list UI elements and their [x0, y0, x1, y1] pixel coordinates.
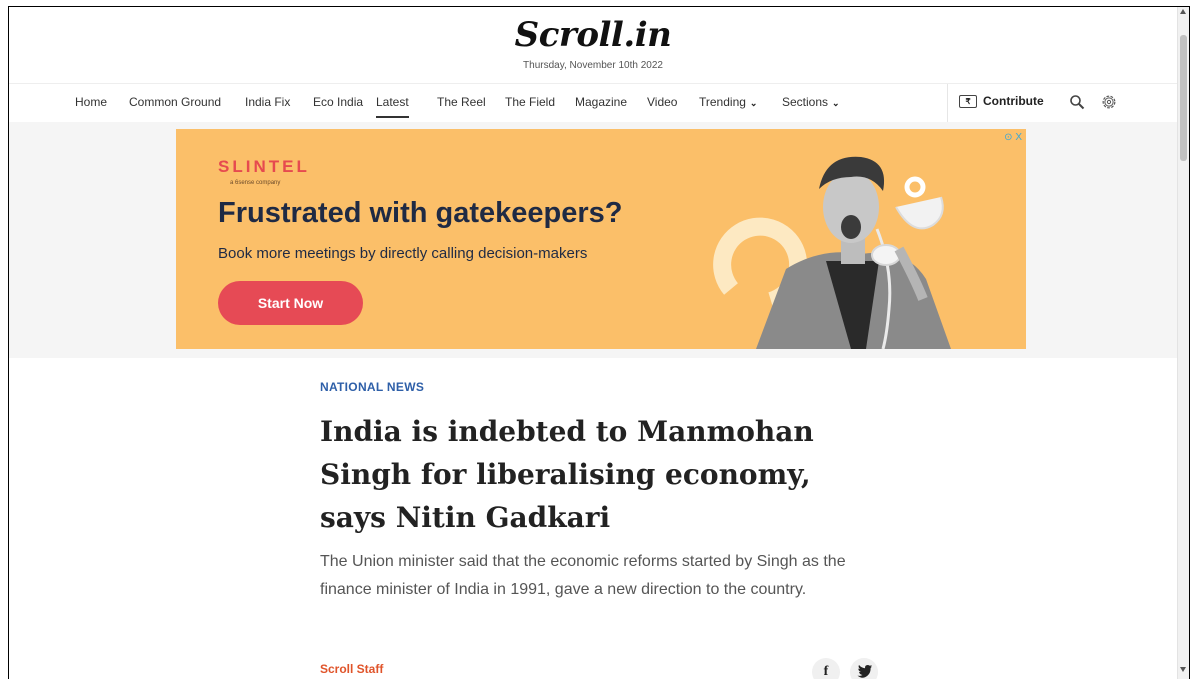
nav-item-sections-label: Sections [782, 95, 829, 109]
nav-item-the-reel[interactable]: The Reel [437, 95, 486, 109]
scrollbar-thumb[interactable] [1180, 35, 1187, 161]
site-logo[interactable]: Scroll.in [9, 15, 1177, 55]
nav-item-india-fix[interactable]: India Fix [245, 95, 290, 109]
main-navigation: Home Common Ground India Fix Eco India L… [9, 83, 1177, 123]
search-icon[interactable] [1069, 94, 1085, 110]
nav-item-sections[interactable]: Sections ⌄ [782, 95, 840, 109]
vertical-scrollbar[interactable] [1177, 7, 1189, 679]
ad-band: SLINTEL a 6sense company Frustrated with… [9, 122, 1177, 358]
nav-item-the-field[interactable]: The Field [505, 95, 555, 109]
contribute-label: Contribute [983, 94, 1044, 108]
gear-icon[interactable] [1100, 93, 1118, 111]
ad-start-now-button[interactable]: Start Now [218, 281, 363, 325]
article-standfirst: The Union minister said that the economi… [320, 553, 846, 598]
article-byline[interactable]: Scroll Staff [320, 662, 383, 676]
article-section-label[interactable]: NATIONAL NEWS [320, 380, 424, 394]
nav-item-eco-india[interactable]: Eco India [313, 95, 363, 109]
nav-item-common-ground[interactable]: Common Ground [129, 95, 221, 109]
article-headline: India is indebted to Manmohan Singh for … [320, 415, 814, 534]
ad-banner[interactable]: SLINTEL a 6sense company Frustrated with… [176, 129, 1026, 349]
twitter-share-icon[interactable] [850, 658, 878, 679]
chevron-down-icon: ⌄ [749, 98, 758, 108]
masthead: Scroll.in Thursday, November 10th 2022 [9, 7, 1177, 83]
nav-item-trending-label: Trending [699, 95, 746, 109]
ad-brand-subtitle: a 6sense company [230, 180, 281, 186]
ad-man-on-phone-illustration [713, 156, 951, 349]
nav-divider [947, 84, 948, 122]
facebook-share-icon[interactable]: f [812, 658, 840, 679]
nav-item-video[interactable]: Video [647, 95, 677, 109]
masthead-date: Thursday, November 10th 2022 [523, 60, 663, 71]
scroll-down-arrow-icon[interactable] [1180, 667, 1186, 672]
chevron-down-icon: ⌄ [832, 98, 840, 108]
nav-item-home[interactable]: Home [75, 95, 107, 109]
scroll-up-arrow-icon[interactable] [1180, 9, 1186, 14]
ad-headline: Frustrated with gatekeepers? [218, 197, 623, 229]
ad-brand-logo: SLINTEL [218, 157, 310, 176]
nav-item-trending[interactable]: Trending ⌄ [699, 95, 757, 109]
nav-item-magazine[interactable]: Magazine [575, 95, 627, 109]
ad-body-text: Book more meetings by directly calling d… [218, 245, 588, 262]
rupee-note-icon: ₹ [959, 95, 977, 109]
contribute-button[interactable]: ₹ Contribute [959, 94, 1044, 109]
browser-viewport: Scroll.in Thursday, November 10th 2022 H… [8, 6, 1190, 679]
nav-item-latest[interactable]: Latest [376, 95, 409, 118]
